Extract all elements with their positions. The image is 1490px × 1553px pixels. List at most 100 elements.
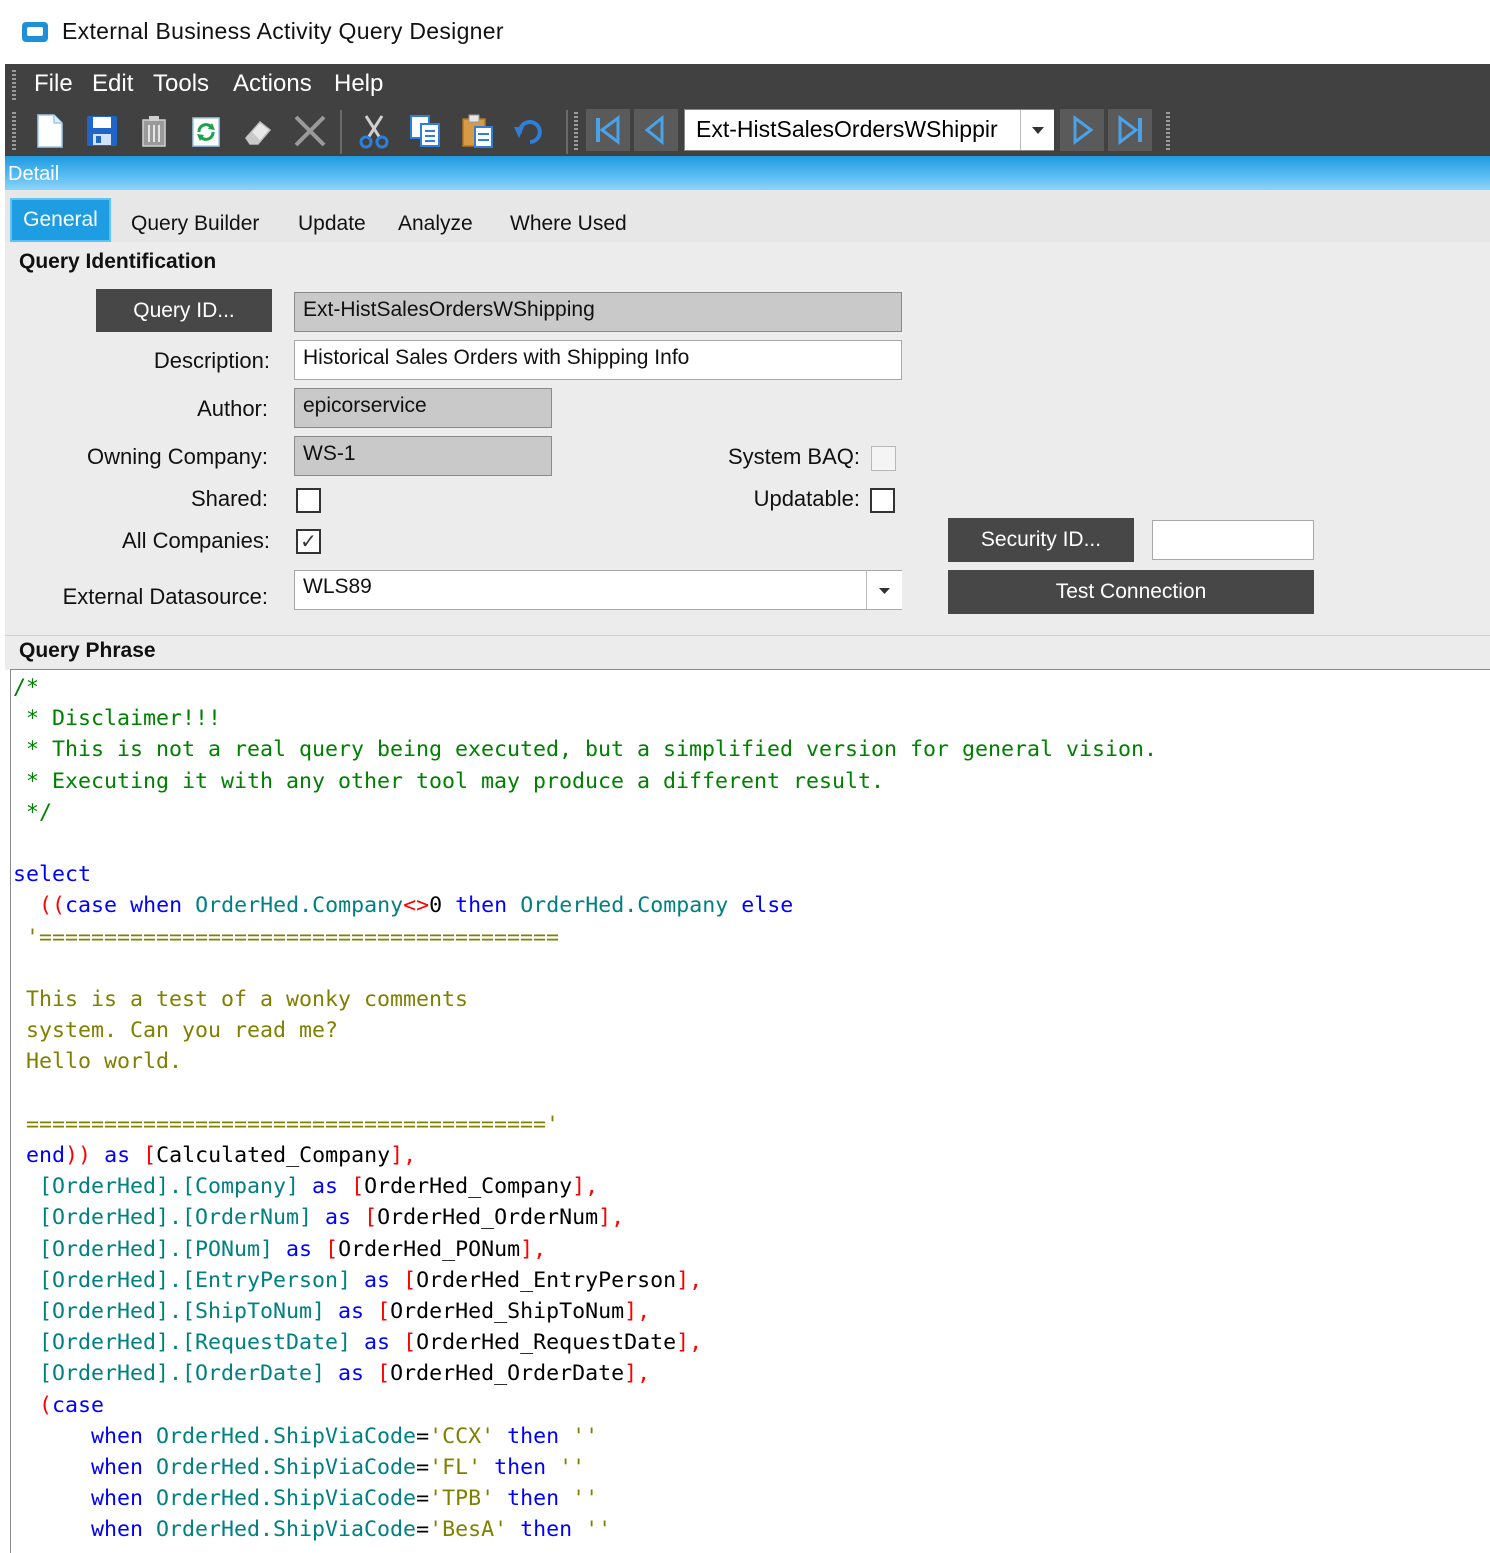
save-icon[interactable] (82, 112, 122, 150)
code-punctuation: ], (676, 1267, 703, 1293)
code-comment: * Executing it with any other tool may p… (13, 768, 885, 794)
owning-company-field[interactable]: WS-1 (294, 436, 552, 476)
code-identifier: OrderHed.Company (520, 893, 729, 919)
code-string: '' (572, 1423, 599, 1449)
code-keyword: end (26, 1143, 66, 1169)
menu-actions[interactable]: Actions (233, 70, 312, 98)
menu-file[interactable]: File (34, 70, 73, 98)
code-text: OrderHed_OrderDate (390, 1361, 625, 1387)
undo-icon[interactable] (510, 112, 550, 150)
code-identifier: OrderHed.ShipViaCode (156, 1455, 417, 1481)
navigator-grip[interactable] (574, 112, 578, 150)
code-text: = (416, 1423, 430, 1449)
security-id-button[interactable]: Security ID... (948, 518, 1134, 562)
menu-grip[interactable] (12, 70, 16, 100)
delete-icon[interactable] (134, 112, 174, 150)
code-line: [OrderHed].[OrderDate] as [OrderHed_Orde… (13, 1361, 650, 1386)
cancel-icon[interactable] (290, 112, 330, 150)
code-string: 'TPB' (429, 1486, 495, 1512)
code-keyword: as (104, 1143, 131, 1169)
author-field[interactable]: epicorservice (294, 388, 552, 428)
code-identifier: [OrderHed].[PONum] (39, 1236, 274, 1262)
datasource-dropdown-button[interactable] (866, 571, 902, 609)
toolbar-grip[interactable] (12, 112, 16, 150)
code-punctuation: ], (624, 1361, 651, 1387)
menu-edit[interactable]: Edit (92, 70, 133, 98)
code-identifier: [OrderHed].[ShipToNum] (39, 1299, 326, 1325)
code-punctuation: <> (403, 893, 430, 919)
tab-analyze[interactable]: Analyze (398, 212, 473, 236)
all-companies-checkbox[interactable]: ✓ (296, 529, 321, 554)
tab-general[interactable]: General (10, 198, 111, 242)
toolbar-separator (566, 110, 568, 154)
code-identifier: [OrderHed].[OrderDate] (39, 1361, 326, 1387)
last-record-icon[interactable] (1108, 109, 1152, 151)
first-record-icon[interactable] (586, 109, 630, 151)
system-baq-checkbox[interactable] (871, 446, 896, 471)
menu-tools[interactable]: Tools (153, 70, 209, 98)
all-companies-label: All Companies: (122, 528, 270, 553)
menu-help[interactable]: Help (334, 70, 383, 98)
code-line: ========================================… (13, 1112, 559, 1137)
menu-bar (5, 64, 1490, 106)
tab-update[interactable]: Update (298, 212, 366, 236)
query-phrase-editor[interactable]: /* * Disclaimer!!! * This is not a real … (10, 669, 1490, 1553)
code-keyword: when (91, 1486, 144, 1512)
refresh-icon[interactable] (186, 112, 226, 150)
query-id-field[interactable]: Ext-HistSalesOrdersWShipping (294, 292, 902, 332)
code-keyword: select (13, 862, 92, 888)
code-keyword: then (520, 1517, 573, 1543)
code-string: '' (585, 1517, 612, 1543)
navigator-dropdown-button[interactable] (1020, 110, 1054, 150)
code-keyword: as (364, 1267, 391, 1293)
code-keyword: when (91, 1423, 144, 1449)
next-record-icon[interactable] (1060, 109, 1104, 151)
updatable-checkbox[interactable] (870, 488, 895, 513)
security-id-field[interactable] (1152, 520, 1314, 560)
clear-icon[interactable] (238, 112, 278, 150)
test-connection-button[interactable]: Test Connection (948, 570, 1314, 614)
code-keyword: else (741, 893, 794, 919)
tab-where-used[interactable]: Where Used (510, 212, 627, 236)
previous-record-icon[interactable] (634, 109, 678, 151)
code-text: OrderHed_EntryPerson (416, 1267, 677, 1293)
code-line: This is a test of a wonky comments (13, 987, 468, 1012)
query-id-button[interactable]: Query ID... (96, 289, 272, 332)
code-string: 'FL' (429, 1455, 482, 1481)
description-field[interactable]: Historical Sales Orders with Shipping In… (294, 340, 902, 380)
tab-query-builder[interactable]: Query Builder (131, 212, 259, 236)
external-datasource-combo[interactable]: WLS89 (294, 570, 902, 610)
code-line: /* (13, 675, 39, 700)
code-string: '' (559, 1455, 586, 1481)
shared-checkbox[interactable] (296, 488, 321, 513)
code-string: '=======================================… (26, 924, 560, 950)
paste-icon[interactable] (458, 112, 498, 150)
cut-icon[interactable] (354, 112, 394, 150)
toolbar-end-grip[interactable] (1166, 112, 1170, 150)
code-keyword: then (455, 893, 508, 919)
code-punctuation: [ (143, 1143, 157, 1169)
new-icon[interactable] (30, 112, 70, 150)
code-text: OrderHed_Company (364, 1174, 573, 1200)
code-identifier: [OrderHed].[EntryPerson] (39, 1267, 352, 1293)
code-string: ========================================… (13, 1111, 560, 1137)
code-keyword: case (65, 893, 118, 919)
copy-icon[interactable] (406, 112, 446, 150)
code-line: '=======================================… (13, 925, 559, 950)
